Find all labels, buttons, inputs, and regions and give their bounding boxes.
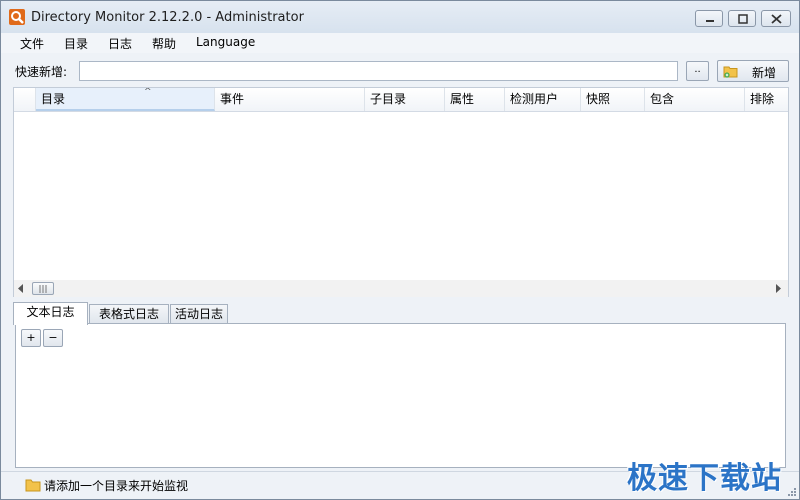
app-window: Directory Monitor 2.12.2.0 - Administrat…	[0, 0, 800, 500]
column-header-event[interactable]: 事件	[215, 88, 365, 111]
quick-add-label: 快速新增:	[15, 65, 68, 79]
menu-file[interactable]: 文件	[20, 35, 44, 52]
quick-add-toolbar: 快速新增: .. 新增	[1, 56, 799, 84]
column-header-label: 目录	[41, 92, 66, 106]
app-search-icon	[9, 9, 25, 25]
menu-log[interactable]: 日志	[108, 35, 132, 52]
add-button[interactable]: 新增	[717, 60, 789, 82]
tab-text-log[interactable]: 文本日志	[13, 302, 88, 325]
close-icon	[771, 14, 782, 24]
add-folder-icon	[723, 66, 738, 78]
close-button[interactable]	[761, 10, 791, 27]
column-header-subdirectory[interactable]: 子目录	[365, 88, 445, 111]
minimize-button[interactable]	[695, 10, 723, 27]
column-header-include[interactable]: 包含	[645, 88, 745, 111]
browse-button[interactable]: ..	[686, 61, 709, 81]
title-bar[interactable]: Directory Monitor 2.12.2.0 - Administrat…	[1, 1, 799, 33]
grid-header: 目录 ^ 事件 子目录 属性 检测用户 快照 包含 排除	[14, 88, 788, 112]
horizontal-scrollbar[interactable]	[14, 280, 788, 297]
menu-directory[interactable]: 目录	[64, 35, 88, 52]
row-indicator-column	[14, 88, 36, 111]
column-header-detect-user[interactable]: 检测用户	[505, 88, 581, 111]
menu-language[interactable]: Language	[196, 35, 255, 49]
folder-icon	[25, 479, 41, 492]
tab-activity-log[interactable]: 活动日志	[170, 304, 228, 324]
maximize-icon	[738, 14, 748, 24]
sort-ascending-icon: ^	[144, 88, 152, 97]
maximize-button[interactable]	[728, 10, 756, 27]
expand-button[interactable]: +	[21, 329, 41, 347]
quick-add-input[interactable]	[79, 61, 678, 81]
resize-grip-icon[interactable]	[787, 487, 797, 497]
directory-grid[interactable]: 目录 ^ 事件 子目录 属性 检测用户 快照 包含 排除	[13, 87, 789, 297]
menu-help[interactable]: 帮助	[152, 35, 176, 52]
menu-bar: 文件 目录 日志 帮助 Language	[1, 33, 799, 53]
status-text: 请添加一个目录来开始监视	[44, 479, 189, 493]
collapse-button[interactable]: −	[43, 329, 63, 347]
grip-lines-icon	[39, 285, 47, 293]
column-header-attributes[interactable]: 属性	[445, 88, 505, 111]
column-header-exclude[interactable]: 排除	[745, 88, 788, 111]
text-log-panel[interactable]: + −	[15, 323, 786, 468]
scroll-right-icon[interactable]	[774, 284, 782, 293]
window-title: Directory Monitor 2.12.2.0 - Administrat…	[31, 10, 304, 25]
column-header-directory[interactable]: 目录 ^	[36, 88, 215, 111]
minimize-icon	[706, 20, 714, 22]
scroll-left-icon[interactable]	[17, 284, 25, 293]
tab-table-log[interactable]: 表格式日志	[89, 304, 169, 324]
add-button-label: 新增	[752, 66, 777, 80]
watermark-logo: 极速下载站	[627, 461, 782, 496]
column-header-snapshot[interactable]: 快照	[581, 88, 645, 111]
scroll-thumb[interactable]	[32, 282, 54, 295]
